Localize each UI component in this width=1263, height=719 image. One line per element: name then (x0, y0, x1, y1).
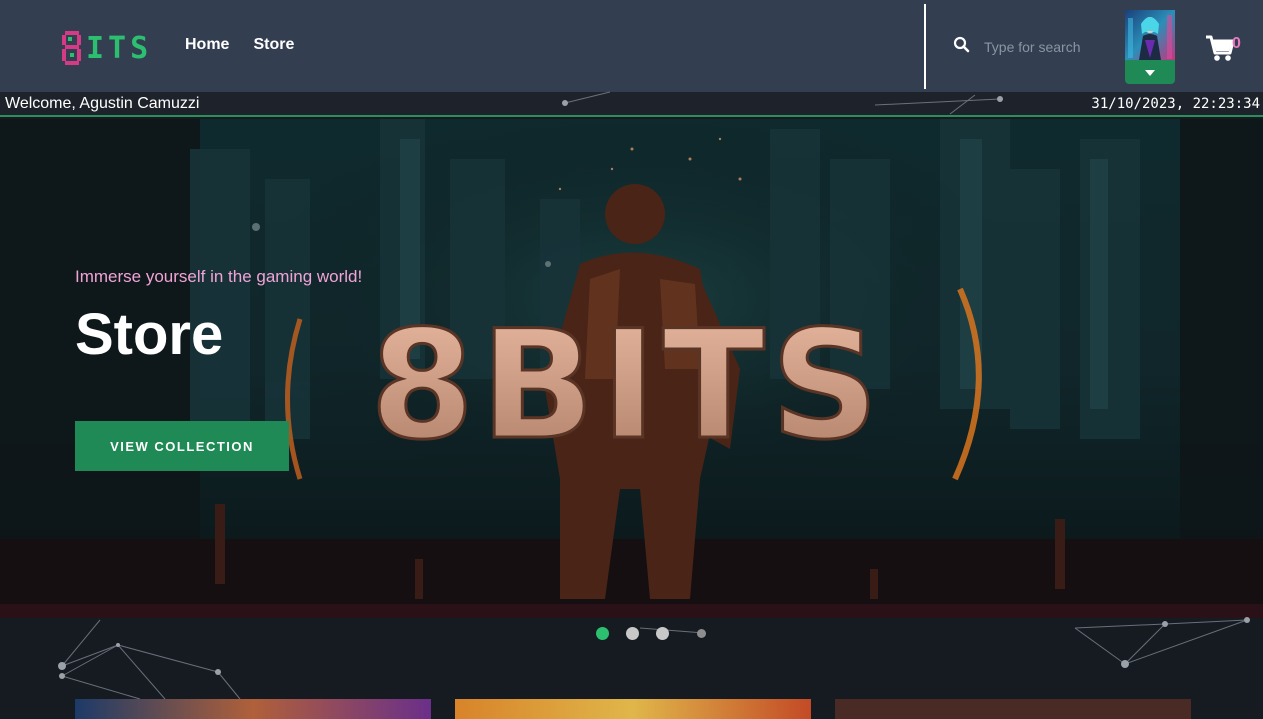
carousel-indicators (596, 627, 706, 640)
hero-banner-text: 8BITS (370, 299, 885, 473)
carousel-dot-4[interactable] (697, 629, 706, 638)
product-card[interactable] (75, 699, 431, 719)
welcome-bar: Welcome, Agustin Camuzzi 31/10/2023, 22:… (0, 92, 1263, 117)
search-bar (953, 36, 1104, 58)
top-navbar: ITS Home Store Type for search 0 (0, 0, 1263, 92)
datetime-clock: 31/10/2023, 22:23:34 (1091, 96, 1260, 112)
logo-text: ITS (86, 30, 153, 66)
main-nav: Home Store (185, 36, 294, 54)
cart-icon[interactable] (1205, 34, 1235, 64)
nav-link-store[interactable]: Store (253, 36, 294, 54)
welcome-message: Welcome, Agustin Camuzzi (5, 95, 200, 112)
product-cards (0, 699, 1263, 719)
avatar[interactable] (1125, 10, 1175, 60)
user-menu (1125, 10, 1175, 84)
user-menu-toggle[interactable] (1125, 60, 1175, 84)
caret-down-icon (1145, 63, 1155, 81)
header-divider (924, 4, 926, 89)
hero-tagline: Immerse yourself in the gaming world! (75, 267, 363, 286)
carousel-dot-3[interactable] (656, 627, 669, 640)
nav-link-home[interactable]: Home (185, 36, 229, 54)
logo[interactable]: ITS (62, 30, 152, 66)
product-card[interactable] (835, 699, 1191, 719)
carousel-dot-2[interactable] (626, 627, 639, 640)
cart-count-badge: 0 (1232, 35, 1241, 52)
hero-carousel: 8BITS Immerse yourself in the gaming wor… (0, 119, 1263, 618)
search-input[interactable] (984, 39, 1104, 55)
search-icon[interactable] (953, 36, 970, 58)
hero-background-image: 8BITS (0, 119, 1263, 618)
product-card[interactable] (455, 699, 811, 719)
view-collection-button[interactable]: VIEW COLLECTION (75, 421, 289, 471)
carousel-dot-1[interactable] (596, 627, 609, 640)
logo-mark (62, 31, 84, 65)
hero-title: Store (75, 302, 224, 367)
